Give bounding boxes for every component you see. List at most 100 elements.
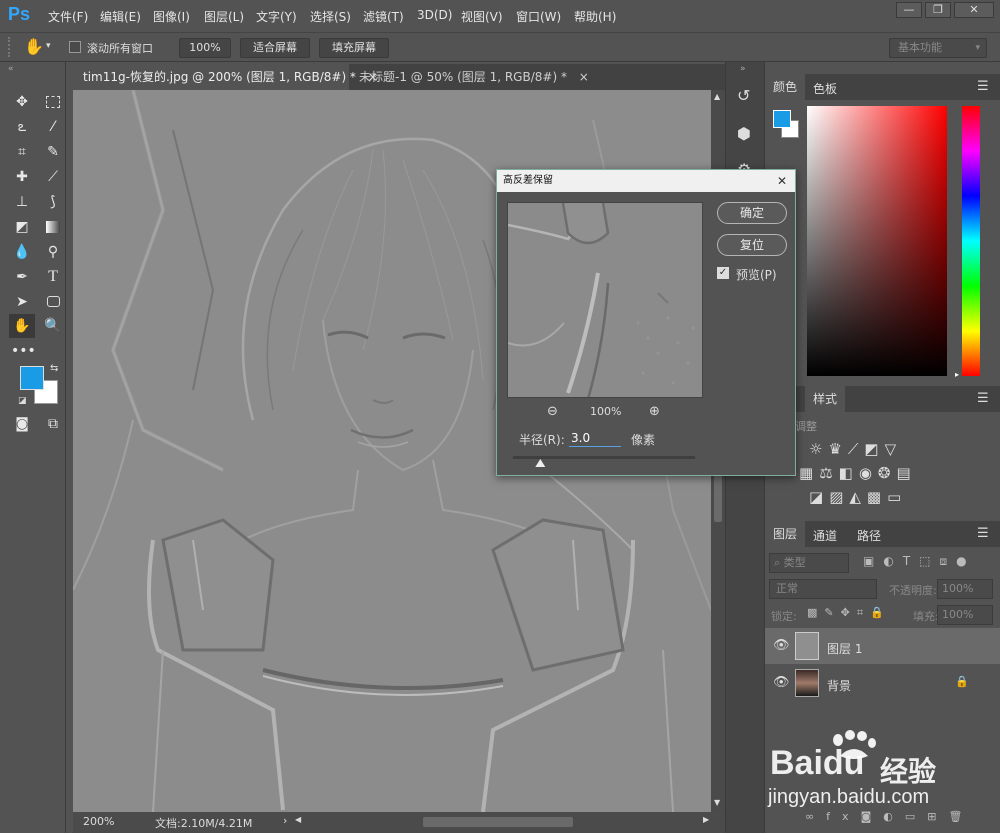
tab-layers[interactable]: 图层 [765, 521, 805, 547]
scroll-up-icon[interactable]: ▲ [714, 92, 720, 101]
restore-button[interactable]: ❐ [925, 2, 951, 18]
color-fg-swatch-top[interactable] [773, 110, 791, 128]
channel-mixer-icon[interactable]: ❂ [878, 464, 897, 482]
more-tools-icon[interactable]: ••• [11, 341, 36, 361]
type-tool-icon[interactable]: T [42, 267, 64, 287]
eraser-tool-icon[interactable]: ◩ [11, 217, 33, 237]
scroll-all-checkbox[interactable] [69, 41, 81, 53]
visibility-eye-icon[interactable]: 👁 [773, 675, 790, 690]
menu-window[interactable]: 窗口(W) [516, 8, 561, 25]
tab-color[interactable]: 颜色 [765, 74, 805, 100]
menu-edit[interactable]: 编辑(E) [100, 8, 141, 25]
color-balance-icon[interactable]: ⚖ [819, 464, 838, 482]
eyedropper-tool-icon[interactable]: ✎ [42, 142, 64, 162]
photo-filter-icon[interactable]: ◉ [859, 464, 878, 482]
scroll-right-icon[interactable]: ▶ [703, 815, 709, 824]
clone-stamp-tool-icon[interactable]: ⊥ [11, 192, 33, 212]
healing-brush-tool-icon[interactable]: ✚ [11, 167, 33, 187]
tab-channels[interactable]: 通道 [813, 527, 837, 544]
gradient-map-icon[interactable]: ▭ [887, 488, 907, 506]
path-selection-tool-icon[interactable]: ➤ [11, 292, 33, 312]
close-window-button[interactable]: ✕ [954, 2, 994, 18]
tab-swatches[interactable]: 色板 [813, 80, 837, 97]
status-menu-arrow-icon[interactable]: › [283, 814, 287, 827]
blur-tool-icon[interactable]: 💧 [11, 242, 33, 262]
close-tab-icon[interactable]: × [579, 70, 589, 84]
layer-filter-select[interactable]: ⌕ 类型 [769, 553, 849, 573]
radius-slider-track[interactable] [513, 456, 695, 459]
menu-type[interactable]: 文字(Y) [256, 8, 297, 25]
invert-icon[interactable]: ◪ [809, 488, 829, 506]
dialog-preview[interactable] [507, 202, 703, 398]
reset-button[interactable]: 复位 [717, 234, 787, 256]
collapse-dock-icon[interactable]: » [740, 64, 746, 74]
lock-pixels-icon[interactable]: ▩ [807, 606, 824, 619]
workspace-select[interactable]: 基本功能 ▾ [889, 38, 987, 58]
fill-field[interactable]: 100% [937, 605, 993, 625]
color-picker-field[interactable] [807, 106, 947, 376]
zoom-out-icon[interactable]: ⊖ [547, 404, 558, 419]
menu-layer[interactable]: 图层(L) [204, 8, 244, 25]
fill-screen-button[interactable]: 填充屏幕 [319, 38, 389, 58]
pen-tool-icon[interactable]: ✒ [11, 267, 33, 287]
menu-help[interactable]: 帮助(H) [574, 8, 616, 25]
tab-untitled-document[interactable]: 未标题-1 @ 50% (图层 1, RGB/8#) * × [349, 64, 589, 90]
panel-menu-icon[interactable]: ☰ [977, 79, 989, 94]
zoom-in-icon[interactable]: ⊕ [649, 404, 660, 419]
foreground-color-overlay[interactable] [20, 366, 44, 390]
lock-all-icon[interactable]: 🔒 [870, 606, 891, 619]
preview-checkbox[interactable]: ✓ [717, 267, 729, 279]
dodge-tool-icon[interactable]: ⚲ [42, 242, 64, 262]
curves-icon[interactable]: ⟋ [848, 440, 865, 458]
exposure-icon[interactable]: ◩ [864, 440, 884, 458]
screen-mode-icon[interactable]: ⧉ [42, 414, 64, 434]
brightness-icon[interactable]: ☼ [809, 440, 828, 458]
options-grip[interactable] [8, 37, 12, 57]
menu-view[interactable]: 视图(V) [461, 8, 503, 25]
ok-button[interactable]: 确定 [717, 202, 787, 224]
collapse-toolbar-icon[interactable]: « [8, 64, 14, 74]
hand-tool-icon[interactable]: ✋ [24, 37, 44, 56]
3d-panel-icon[interactable]: ⬢ [737, 124, 751, 143]
color-lookup-icon[interactable]: ▤ [897, 464, 917, 482]
brush-tool-icon[interactable]: ⟋ [42, 167, 64, 187]
zoom-100-button[interactable]: 100% [179, 38, 231, 58]
dialog-close-icon[interactable]: ✕ [777, 170, 787, 192]
gradient-tool-icon[interactable] [42, 217, 64, 237]
hue-marker-icon[interactable]: ▸ [955, 370, 959, 379]
lock-artboard-icon[interactable]: ⌗ [857, 606, 870, 619]
radius-input[interactable]: 3.0 [569, 429, 621, 447]
menu-3d[interactable]: 3D(D) [417, 8, 452, 22]
filter-type-icon[interactable]: T [903, 554, 919, 568]
scrollbar-thumb[interactable] [714, 470, 722, 522]
quick-mask-icon[interactable]: ◙ [11, 414, 33, 434]
filter-toggle-icon[interactable]: ● [956, 554, 975, 568]
selective-color-icon[interactable]: ▩ [867, 488, 887, 506]
panel-menu-icon[interactable]: ☰ [977, 391, 989, 406]
opacity-field[interactable]: 100% [937, 579, 993, 599]
lock-position-icon[interactable]: ✥ [841, 606, 857, 619]
menu-file[interactable]: 文件(F) [48, 8, 88, 25]
zoom-level[interactable]: 200% [83, 815, 114, 828]
radius-slider-thumb[interactable] [535, 459, 546, 467]
visibility-eye-icon[interactable]: 👁 [773, 638, 790, 653]
posterize-icon[interactable]: ▨ [829, 488, 849, 506]
layer-row-layer1[interactable]: 👁 图层 1 [765, 628, 1000, 664]
hue-saturation-icon[interactable]: ▦ [799, 464, 819, 482]
crop-tool-icon[interactable]: ⌗ [11, 142, 33, 162]
hue-slider[interactable] [962, 106, 980, 376]
zoom-tool-icon[interactable]: 🔍 [42, 316, 64, 336]
tab-active-document[interactable]: tim11g-恢复的.jpg @ 200% (图层 1, RGB/8#) * × [73, 64, 378, 90]
filter-pixel-icon[interactable]: ▣ [863, 554, 883, 568]
default-colors-icon[interactable]: ◪ [18, 396, 27, 406]
vibrance-icon[interactable]: ▽ [885, 440, 903, 458]
blend-mode-select[interactable]: 正常 [769, 579, 877, 599]
dialog-title-bar[interactable]: 高反差保留 ✕ [497, 170, 795, 192]
tab-styles[interactable]: 样式 [805, 386, 845, 412]
magic-wand-tool-icon[interactable]: ⁄ [42, 117, 64, 137]
layer-name[interactable]: 图层 1 [827, 640, 862, 657]
threshold-icon[interactable]: ◭ [849, 488, 867, 506]
swap-colors-icon[interactable]: ⇆ [50, 363, 58, 374]
lock-paint-icon[interactable]: ✎ [824, 606, 840, 619]
minimize-button[interactable]: — [896, 2, 922, 18]
